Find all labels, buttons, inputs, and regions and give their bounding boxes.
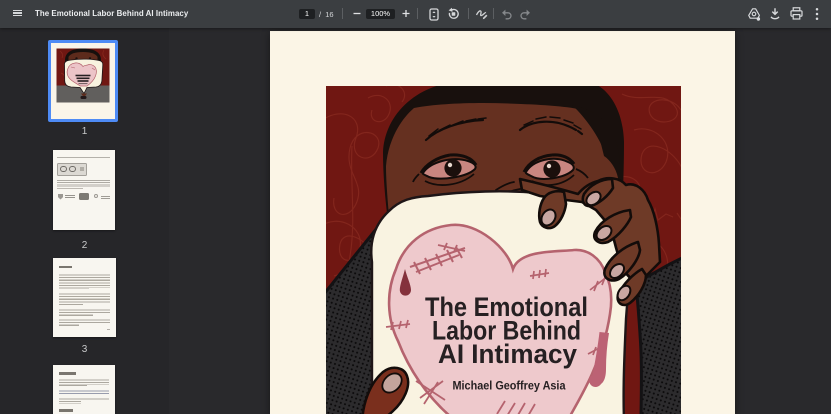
svg-text:AI Intimacy: AI Intimacy <box>438 339 577 369</box>
svg-text:Michael Geoffrey Asia: Michael Geoffrey Asia <box>453 379 566 393</box>
